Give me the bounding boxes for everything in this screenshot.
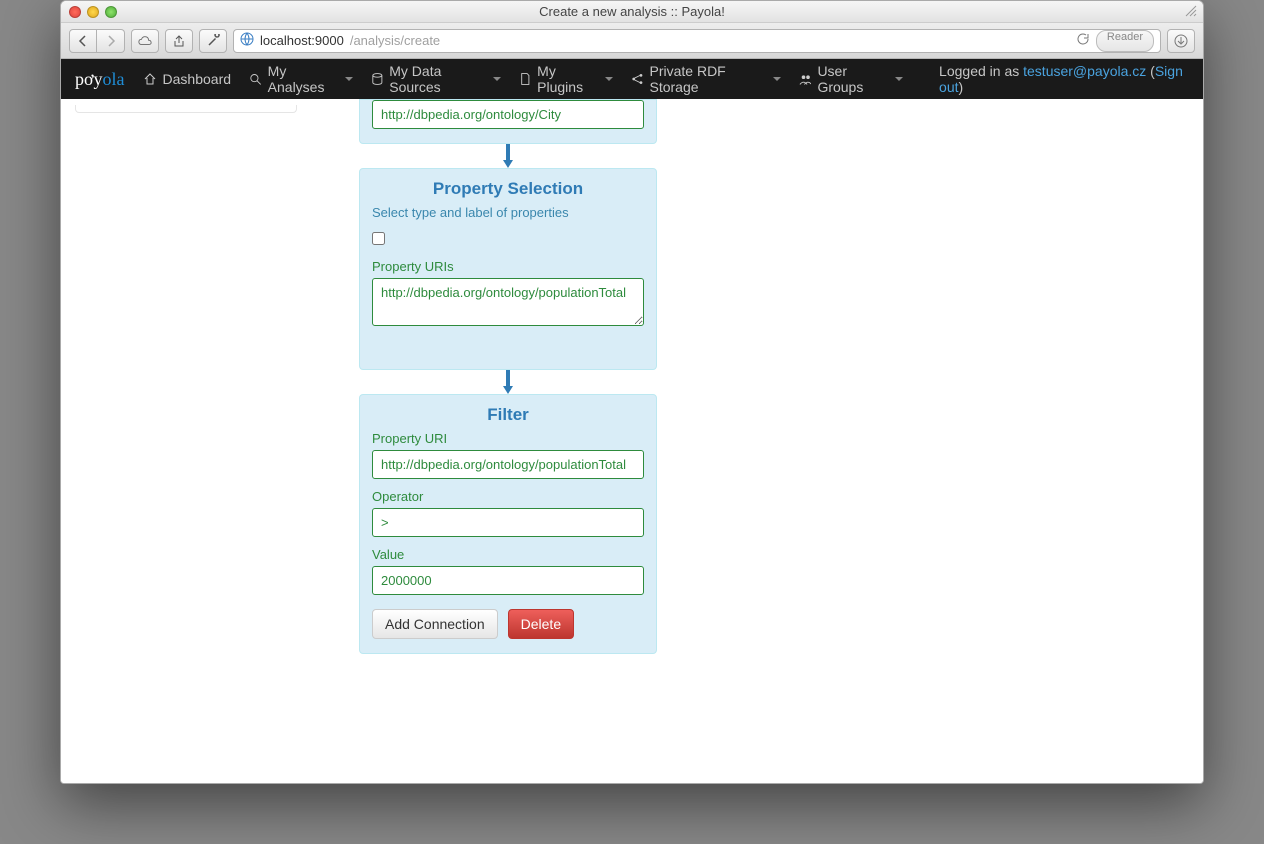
node-property-selection: Property Selection Select type and label… xyxy=(359,168,657,370)
sidebar-panel xyxy=(75,105,297,113)
nav-label: User Groups xyxy=(817,63,889,95)
titlebar: Create a new analysis :: Payola! xyxy=(61,1,1203,23)
nav-my-plugins[interactable]: My Plugins xyxy=(519,63,613,95)
home-icon xyxy=(143,72,157,86)
connector xyxy=(359,144,657,168)
search-icon xyxy=(249,72,262,86)
user-link[interactable]: testuser@payola.cz xyxy=(1023,63,1146,79)
typed-uri-input[interactable] xyxy=(372,100,644,129)
downloads-button[interactable] xyxy=(1167,29,1195,53)
app-navbar: pơyola Dashboard My Analyses My Data Sou… xyxy=(61,59,1203,99)
delete-button[interactable]: Delete xyxy=(508,609,574,639)
chevron-down-icon xyxy=(773,77,781,81)
nav-label: Dashboard xyxy=(163,71,232,87)
nav-label: My Data Sources xyxy=(389,63,486,95)
node-title: Property Selection xyxy=(372,179,644,199)
analysis-pipeline: Property Selection Select type and label… xyxy=(359,99,657,654)
nav-private-rdf-storage[interactable]: Private RDF Storage xyxy=(631,63,781,95)
share-button[interactable] xyxy=(165,29,193,53)
add-connection-button[interactable]: Add Connection xyxy=(372,609,498,639)
value-label: Value xyxy=(372,547,644,562)
node-title: Filter xyxy=(372,405,644,425)
resize-icon[interactable] xyxy=(1185,5,1197,17)
back-button[interactable] xyxy=(69,29,97,53)
url-path: /analysis/create xyxy=(350,33,440,48)
node-filter: Filter Property URI Operator Value Add C… xyxy=(359,394,657,654)
property-uri-label: Property URI xyxy=(372,431,644,446)
app-viewport: pơyola Dashboard My Analyses My Data Sou… xyxy=(61,59,1203,783)
chevron-down-icon xyxy=(493,77,501,81)
nav-user-groups[interactable]: User Groups xyxy=(799,63,903,95)
url-host: localhost:9000 xyxy=(260,33,344,48)
nav-label: My Analyses xyxy=(268,63,339,95)
property-uri-input[interactable] xyxy=(372,450,644,479)
dev-button[interactable] xyxy=(199,29,227,53)
property-uris-input[interactable]: http://dbpedia.org/ontology/populationTo… xyxy=(372,278,644,326)
connector xyxy=(359,370,657,394)
login-status: Logged in as testuser@payola.cz (Sign ou… xyxy=(939,63,1189,95)
logo[interactable]: pơyola xyxy=(75,69,125,90)
address-bar[interactable]: localhost:9000/analysis/create Reader xyxy=(233,29,1161,53)
reload-icon[interactable] xyxy=(1076,32,1090,49)
operator-label: Operator xyxy=(372,489,644,504)
operator-input[interactable] xyxy=(372,508,644,537)
browser-window: Create a new analysis :: Payola! localho… xyxy=(60,0,1204,784)
users-icon xyxy=(799,72,812,86)
content-area: Property Selection Select type and label… xyxy=(61,99,1203,783)
browser-toolbar: localhost:9000/analysis/create Reader xyxy=(61,23,1203,59)
select-type-checkbox[interactable] xyxy=(372,232,385,245)
value-input[interactable] xyxy=(372,566,644,595)
chevron-down-icon xyxy=(605,77,613,81)
nav-my-data-sources[interactable]: My Data Sources xyxy=(371,63,501,95)
node-typed xyxy=(359,99,657,144)
nav-buttons xyxy=(69,29,125,53)
icloud-button[interactable] xyxy=(131,29,159,53)
chevron-down-icon xyxy=(895,77,903,81)
chevron-down-icon xyxy=(345,77,353,81)
globe-icon xyxy=(240,32,254,49)
nav-dashboard[interactable]: Dashboard xyxy=(143,71,232,87)
property-uris-label: Property URIs xyxy=(372,259,644,274)
nav-label: My Plugins xyxy=(537,63,599,95)
file-icon xyxy=(519,72,532,86)
reader-button[interactable]: Reader xyxy=(1096,30,1154,52)
node-subtitle: Select type and label of properties xyxy=(372,205,644,220)
window-title: Create a new analysis :: Payola! xyxy=(61,4,1203,19)
nav-label: Private RDF Storage xyxy=(650,63,767,95)
database-icon xyxy=(371,72,384,86)
share-icon xyxy=(631,72,644,86)
nav-my-analyses[interactable]: My Analyses xyxy=(249,63,353,95)
forward-button[interactable] xyxy=(97,29,125,53)
